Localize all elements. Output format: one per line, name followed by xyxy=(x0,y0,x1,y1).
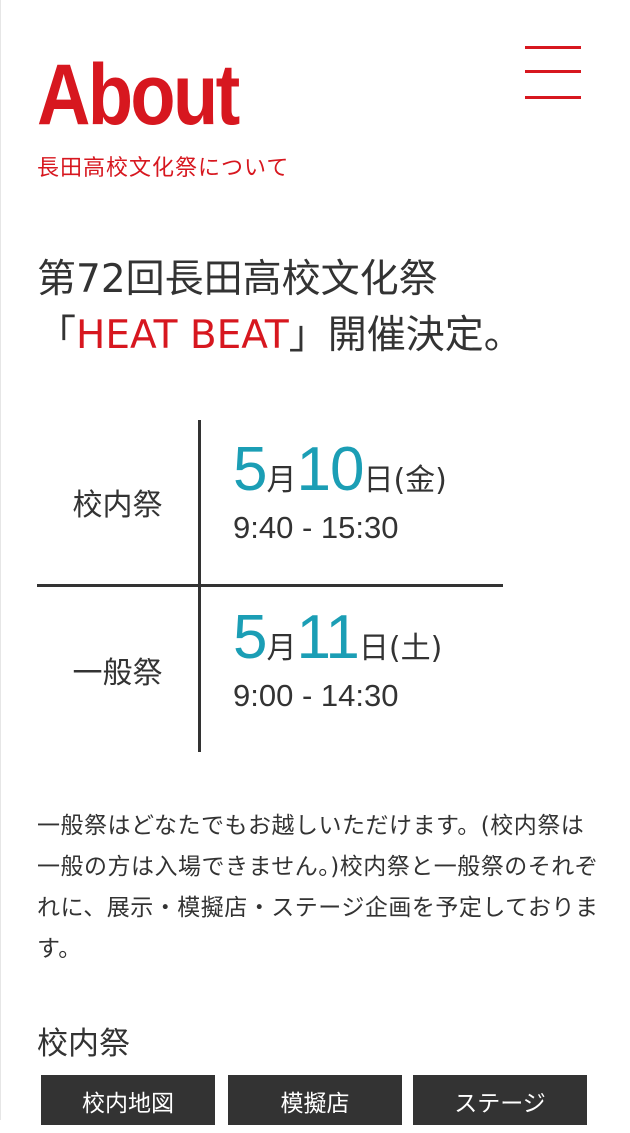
headline-line2: 「HEAT BEAT」開催決定。 xyxy=(37,308,523,364)
festival-theme: HEAT BEAT xyxy=(76,313,289,358)
schedule-time-public: 9:00 - 14:30 xyxy=(233,678,399,713)
headline-tail: 」開催決定。 xyxy=(288,313,523,358)
tab-food-stalls[interactable]: 模擬店 xyxy=(228,1075,402,1125)
day-number: 11 xyxy=(296,603,359,672)
month-number: 5 xyxy=(233,435,267,504)
weekday: (土) xyxy=(388,631,443,666)
schedule-horizontal-divider xyxy=(37,584,503,587)
schedule-label-public: 一般祭 xyxy=(72,656,163,691)
section-heading: 校内祭 xyxy=(37,1026,130,1062)
day-unit: 日 xyxy=(358,631,389,666)
festival-headline: 第72回長田高校文化祭 「HEAT BEAT」開催決定。 xyxy=(37,252,523,364)
schedule-time-school: 9:40 - 15:30 xyxy=(233,510,399,545)
month-number: 5 xyxy=(233,603,267,672)
tab-campus-map[interactable]: 校内地図 xyxy=(41,1075,215,1125)
menu-bar-top xyxy=(525,46,581,49)
hamburger-menu-icon[interactable] xyxy=(521,40,585,106)
weekday: (金) xyxy=(393,463,447,498)
headline-line1: 第72回長田高校文化祭 xyxy=(37,257,438,302)
schedule-label-school: 校内祭 xyxy=(72,488,163,523)
tab-stage[interactable]: ステージ xyxy=(413,1075,587,1125)
day-number: 10 xyxy=(296,435,364,504)
page-title: About xyxy=(37,47,240,143)
festival-description: 一般祭はどなたでもお越しいただけます。(校内祭は一般の方は入場できません。)校内… xyxy=(37,813,599,962)
headline-open-bracket: 「 xyxy=(37,313,77,358)
schedule-table: 校内祭 5月10日(金) 9:40 - 15:30 一般祭 5月11日(土) 9… xyxy=(37,420,503,752)
day-unit: 日 xyxy=(363,463,394,498)
month-unit: 月 xyxy=(266,631,297,666)
schedule-date-public: 5月11日(土) xyxy=(233,602,442,673)
month-unit: 月 xyxy=(266,463,297,498)
page-subtitle: 長田高校文化祭について xyxy=(37,156,290,181)
menu-bar-middle xyxy=(525,70,581,73)
schedule-date-school: 5月10日(金) xyxy=(233,434,447,505)
menu-bar-bottom xyxy=(525,96,581,99)
